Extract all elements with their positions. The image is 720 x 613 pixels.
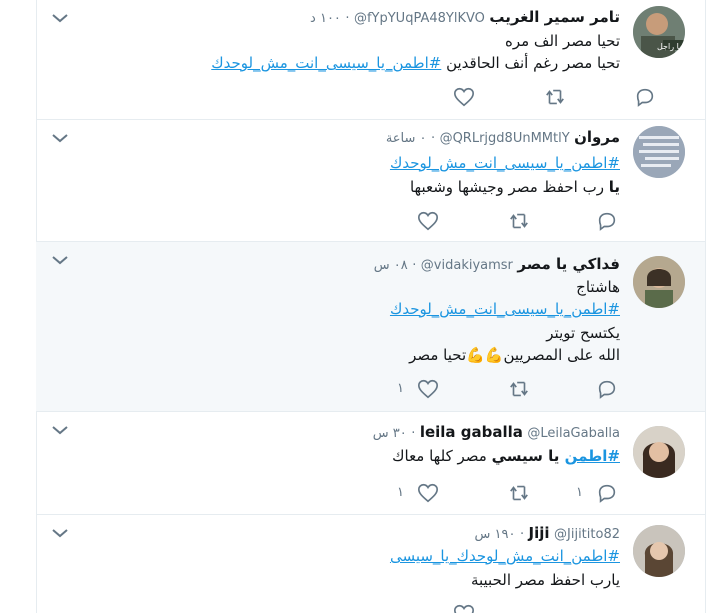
like-icon[interactable]	[453, 603, 475, 613]
timeline-feed: لا يا راجل تامر سمير الغريب @fYpYUqPA48Y…	[36, 0, 706, 613]
tweet-time[interactable]: ٠ ساعة	[386, 131, 427, 146]
tweet-text: مصر كلها معاك	[392, 447, 492, 465]
separator-dot: ·	[345, 11, 350, 26]
hashtag-link[interactable]: #اطمن	[565, 447, 620, 465]
tweet-time[interactable]: ٠٨ س	[374, 258, 408, 273]
like-icon[interactable]	[417, 210, 439, 232]
tweet-text-line: #اطمن_يا_سيسى_انت_مش_لوحدك	[390, 152, 620, 174]
tweet-text: الله على المصريين	[503, 346, 620, 364]
separator-dot: ·	[519, 527, 525, 542]
tweet-text: رب احفظ مصر وجيشها وشعبها	[409, 178, 609, 196]
chevron-down-icon[interactable]	[50, 130, 70, 144]
tweet[interactable]: leila gaballa @LeilaGaballa · ٣٠ س #اطمن…	[36, 412, 706, 515]
like-icon[interactable]	[417, 482, 439, 504]
avatar[interactable]	[633, 426, 685, 478]
separator-dot: ·	[430, 131, 436, 146]
tweet-text-line: يكتسح تويتر	[546, 322, 620, 344]
tweet[interactable]: Jiji @Jijitito82 · ١٩٠ س #اطمن_انت_مش_لو…	[36, 515, 706, 613]
tweet[interactable]: مروان @QRLrjgd8UnMMtlY · ٠ ساعة #اطمن_يا…	[36, 120, 706, 242]
like-count: ١	[397, 381, 404, 396]
avatar[interactable]	[633, 525, 685, 577]
tweet-text: تحيا مصر رغم أنف الحاقدين	[441, 54, 620, 72]
avatar[interactable]: لا يا راجل	[633, 6, 685, 58]
reply-icon[interactable]	[634, 86, 656, 108]
tweet[interactable]: لا يا راجل تامر سمير الغريب @fYpYUqPA48Y…	[36, 0, 706, 120]
like-icon[interactable]	[453, 86, 475, 108]
tweet-header: leila gaballa @LeilaGaballa · ٣٠ س	[373, 422, 620, 444]
avatar[interactable]	[633, 256, 685, 308]
tweet-header: مروان @QRLrjgd8UnMMtlY · ٠ ساعة	[386, 127, 620, 149]
retweet-icon[interactable]	[508, 378, 530, 400]
hashtag-link[interactable]: #اطمن_يا_سيسى_انت_مش_لوحدك	[211, 54, 441, 72]
tweet-time[interactable]: ١٠٠ د	[310, 11, 341, 26]
tweet-text-line: #اطمن_انت_مش_لوحدك_يا_سيسى	[390, 545, 620, 567]
chevron-down-icon[interactable]	[50, 422, 70, 436]
tweet-text: يارب احفظ مصر الحبيبة	[470, 571, 620, 589]
separator-dot: ·	[412, 258, 417, 273]
tweet-text-bold: يا	[608, 178, 620, 196]
tweet-text-line: الله على المصريين💪💪تحيا مصر	[409, 344, 620, 366]
user-handle[interactable]: @fYpYUqPA48YlKVO	[354, 11, 485, 26]
retweet-icon[interactable]	[508, 482, 530, 504]
chevron-down-icon[interactable]	[50, 252, 70, 266]
user-handle[interactable]: @vidakiyamsr	[421, 258, 513, 273]
retweet-icon[interactable]	[508, 210, 530, 232]
chevron-down-icon[interactable]	[50, 10, 70, 24]
tweet-text-line: يا رب احفظ مصر وجيشها وشعبها	[410, 176, 620, 198]
tweet-text-bold: يا سيسي	[491, 447, 565, 465]
hashtag-link[interactable]: #اطمن_يا_سيسى_انت_مش_لوحدك	[390, 154, 620, 172]
tweet-text-line: يارب احفظ مصر الحبيبة	[471, 569, 620, 591]
reply-icon[interactable]	[596, 210, 618, 232]
user-handle[interactable]: @Jijitito82	[554, 527, 620, 542]
tweet-time[interactable]: ٣٠ س	[373, 426, 407, 441]
user-name[interactable]: Jiji	[529, 524, 550, 542]
reply-icon[interactable]	[596, 482, 618, 504]
separator-dot: ·	[411, 426, 416, 441]
tweet-header: Jiji @Jijitito82 · ١٩٠ س	[475, 523, 620, 545]
avatar-caption: لا يا راجل	[657, 42, 685, 51]
user-name[interactable]: تامر سمير الغريب	[489, 8, 620, 26]
tweet-header: فداكي يا مصر @vidakiyamsr · ٠٨ س	[374, 254, 620, 276]
tweet-text-line: #اطمن يا سيسي مصر كلها معاك	[392, 445, 620, 467]
tweet-text-line: #اطمن_يا_سيسى_انت_مش_لوحدك	[390, 298, 620, 320]
reply-count: ١	[576, 485, 583, 500]
user-name[interactable]: مروان	[574, 128, 620, 146]
tweet[interactable]: فداكي يا مصر @vidakiyamsr · ٠٨ س هاشتاج …	[36, 242, 706, 412]
tweet-header: تامر سمير الغريب @fYpYUqPA48YlKVO · ١٠٠ …	[310, 7, 620, 29]
tweet-text: هاشتاج	[576, 278, 620, 296]
reply-icon[interactable]	[596, 378, 618, 400]
retweet-icon[interactable]	[544, 86, 566, 108]
user-name[interactable]: leila gaballa	[420, 423, 523, 441]
tweet-text-line: هاشتاج	[576, 276, 620, 298]
hashtag-link[interactable]: #اطمن_يا_سيسى_انت_مش_لوحدك	[390, 300, 620, 318]
flexed-biceps-emoji: 💪💪	[466, 346, 504, 364]
tweet-time[interactable]: ١٩٠ س	[475, 527, 516, 542]
like-icon[interactable]	[417, 378, 439, 400]
tweet-text-line: تحيا مصر رغم أنف الحاقدين #اطمن_يا_سيسى_…	[211, 52, 620, 74]
tweet-text: يكتسح تويتر	[546, 324, 620, 342]
hashtag-link[interactable]: #اطمن_انت_مش_لوحدك_يا_سيسى	[390, 547, 620, 565]
chevron-down-icon[interactable]	[50, 525, 70, 539]
user-handle[interactable]: @QRLrjgd8UnMMtlY	[440, 131, 570, 146]
tweet-text-line: تحيا مصر الف مره	[505, 30, 620, 52]
avatar[interactable]	[633, 126, 685, 178]
tweet-text: تحيا مصر الف مره	[504, 32, 620, 50]
user-handle[interactable]: @LeilaGaballa	[527, 426, 620, 441]
user-name[interactable]: فداكي يا مصر	[517, 255, 620, 273]
like-count: ١	[397, 485, 404, 500]
tweet-text: تحيا مصر	[409, 346, 467, 364]
